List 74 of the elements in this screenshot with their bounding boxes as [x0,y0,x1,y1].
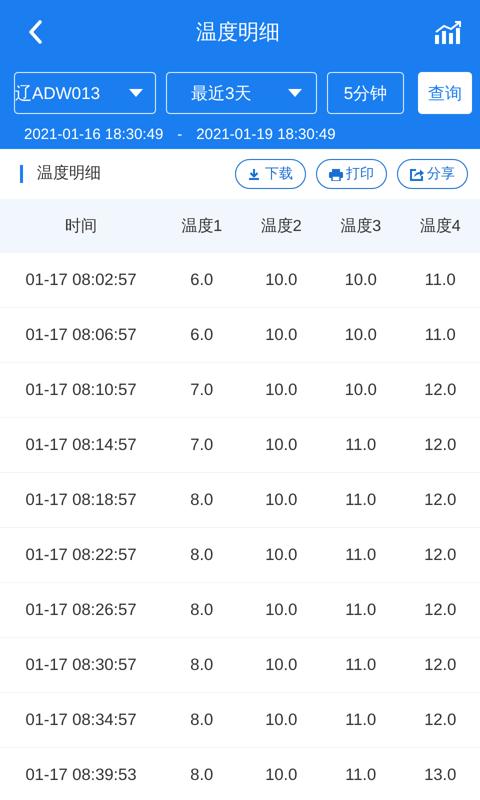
table-cell: 10.0 [321,253,400,308]
table-cell: 10.0 [242,253,321,308]
table-cell: 7.0 [162,362,242,418]
table-cell: 12.0 [400,582,480,638]
table-cell: 01-17 08:39:53 [0,748,162,800]
print-button[interactable]: 打印 [316,159,387,189]
table-cell: 11.0 [321,472,400,528]
section-title: 温度明细 [20,165,225,183]
table-cell: 12.0 [400,692,480,748]
column-header: 时间 [0,199,162,253]
table-cell: 01-17 08:02:57 [0,253,162,308]
caret-icon [129,89,143,97]
column-header: 温度2 [242,199,321,253]
interval-button[interactable]: 5分钟 [327,72,404,114]
start-time: 2021-01-16 18:30:49 [24,126,164,143]
page-title: 温度明细 [196,20,280,46]
period-dropdown[interactable]: 最近3天 [166,72,317,114]
table-cell: 10.0 [321,308,400,362]
printer-icon [329,168,343,180]
column-header: 温度4 [400,199,480,253]
table-cell: 11.0 [321,582,400,638]
table-cell: 11.0 [321,692,400,748]
table-cell: 10.0 [242,362,321,418]
table-cell: 13.0 [400,748,480,800]
table-cell: 10.0 [242,472,321,528]
table-cell: 6.0 [162,253,242,308]
end-time: 2021-01-19 18:30:49 [196,126,336,143]
back-icon[interactable] [28,20,42,44]
table-cell: 12.0 [400,638,480,692]
download-button[interactable]: 下载 [235,159,306,189]
table-cell: 10.0 [321,362,400,418]
table-cell: 10.0 [242,528,321,582]
table-cell: 01-17 08:26:57 [0,582,162,638]
table-cell: 8.0 [162,692,242,748]
table-cell: 10.0 [242,748,321,800]
table-cell: 01-17 08:06:57 [0,308,162,362]
query-button[interactable]: 查询 [418,72,472,114]
table-cell: 10.0 [242,582,321,638]
table-cell: 01-17 08:14:57 [0,418,162,472]
table-cell: 10.0 [242,638,321,692]
table-cell: 10.0 [242,418,321,472]
table-cell: 01-17 08:10:57 [0,362,162,418]
table-cell: 8.0 [162,528,242,582]
vehicle-dropdown[interactable]: 辽ADW013 [14,72,156,114]
column-header: 温度3 [321,199,400,253]
share-button[interactable]: 分享 [397,159,468,189]
table-cell: 11.0 [321,528,400,582]
table-cell: 8.0 [162,472,242,528]
share-icon [410,168,424,180]
table-cell: 7.0 [162,418,242,472]
table-cell: 8.0 [162,582,242,638]
table-cell: 12.0 [400,472,480,528]
table-cell: 10.0 [242,692,321,748]
range-separator: - [177,126,182,143]
table-cell: 8.0 [162,748,242,800]
table-cell: 8.0 [162,638,242,692]
table-cell: 01-17 08:18:57 [0,472,162,528]
table-cell: 11.0 [321,418,400,472]
column-header: 温度1 [162,199,242,253]
table-cell: 01-17 08:22:57 [0,528,162,582]
table-cell: 11.0 [321,748,400,800]
table-cell: 12.0 [400,528,480,582]
table-cell: 11.0 [321,638,400,692]
download-icon [248,168,262,180]
table-cell: 12.0 [400,362,480,418]
table-cell: 12.0 [400,418,480,472]
table-cell: 10.0 [242,308,321,362]
table-cell: 01-17 08:30:57 [0,638,162,692]
table-cell: 6.0 [162,308,242,362]
table-cell: 11.0 [400,253,480,308]
table-cell: 01-17 08:34:57 [0,692,162,748]
chart-icon[interactable] [434,20,462,44]
table-cell: 11.0 [400,308,480,362]
caret-icon [288,89,302,97]
